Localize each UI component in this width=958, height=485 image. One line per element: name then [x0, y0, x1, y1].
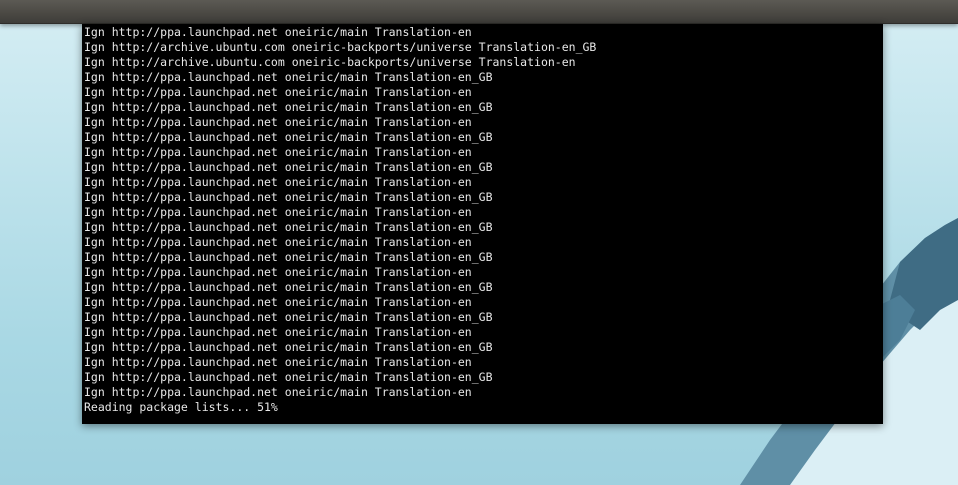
terminal-line: Ign http://ppa.launchpad.net oneiric/mai… [84, 100, 493, 114]
terminal-line: Ign http://ppa.launchpad.net oneiric/mai… [84, 355, 472, 369]
terminal-line: Ign http://ppa.launchpad.net oneiric/mai… [84, 115, 472, 129]
terminal-line: Ign http://ppa.launchpad.net oneiric/mai… [84, 220, 493, 234]
terminal-line: Ign http://ppa.launchpad.net oneiric/mai… [84, 250, 493, 264]
terminal-line: Ign http://archive.ubuntu.com oneiric-ba… [84, 40, 597, 54]
terminal-line: Ign http://ppa.launchpad.net oneiric/mai… [84, 205, 472, 219]
terminal-line: Ign http://ppa.launchpad.net oneiric/mai… [84, 370, 493, 384]
terminal-output: Ign http://ppa.launchpad.net oneiric/mai… [84, 25, 596, 415]
terminal-line: Ign http://ppa.launchpad.net oneiric/mai… [84, 280, 493, 294]
terminal-line: Ign http://ppa.launchpad.net oneiric/mai… [84, 325, 472, 339]
terminal-line: Ign http://ppa.launchpad.net oneiric/mai… [84, 145, 472, 159]
terminal-line: Ign http://ppa.launchpad.net oneiric/mai… [84, 340, 493, 354]
terminal-line: Ign http://ppa.launchpad.net oneiric/mai… [84, 310, 493, 324]
terminal-line: Ign http://ppa.launchpad.net oneiric/mai… [84, 385, 472, 399]
terminal-line: Ign http://archive.ubuntu.com oneiric-ba… [84, 55, 576, 69]
terminal-line: Ign http://ppa.launchpad.net oneiric/mai… [84, 175, 472, 189]
terminal-line: Ign http://ppa.launchpad.net oneiric/mai… [84, 25, 472, 39]
terminal-line: Ign http://ppa.launchpad.net oneiric/mai… [84, 235, 472, 249]
terminal-window[interactable]: Ign http://ppa.launchpad.net oneiric/mai… [82, 24, 883, 424]
terminal-line: Ign http://ppa.launchpad.net oneiric/mai… [84, 130, 493, 144]
terminal-line: Ign http://ppa.launchpad.net oneiric/mai… [84, 160, 493, 174]
terminal-line: Ign http://ppa.launchpad.net oneiric/mai… [84, 190, 493, 204]
terminal-line: Ign http://ppa.launchpad.net oneiric/mai… [84, 265, 472, 279]
terminal-line: Ign http://ppa.launchpad.net oneiric/mai… [84, 85, 472, 99]
terminal-line: Ign http://ppa.launchpad.net oneiric/mai… [84, 70, 493, 84]
terminal-line: Ign http://ppa.launchpad.net oneiric/mai… [84, 295, 472, 309]
terminal-status-line: Reading package lists... 51% [84, 400, 278, 414]
